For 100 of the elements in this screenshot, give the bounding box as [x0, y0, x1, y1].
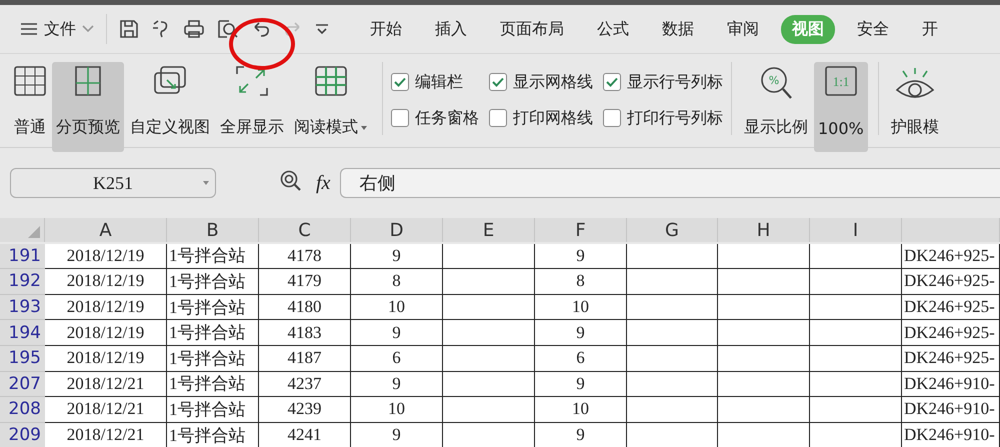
- row-number[interactable]: 208: [0, 397, 45, 423]
- table-cell: 4178: [259, 244, 351, 270]
- table-cell: 2018/12/21: [45, 422, 167, 447]
- column-header[interactable]: E: [443, 218, 535, 242]
- table-cell: 1号拌合站: [167, 320, 259, 346]
- view-button[interactable]: 自定义视图: [126, 62, 214, 152]
- table-cell: 2018/12/19: [45, 346, 167, 372]
- table-cell: 2018/12/19: [45, 320, 167, 346]
- column-header[interactable]: C: [259, 218, 351, 242]
- table-cell: 9: [535, 372, 627, 398]
- table-cell: 9: [351, 422, 443, 447]
- row-number[interactable]: 194: [0, 320, 45, 346]
- table-cell: 1号拌合站: [167, 244, 259, 270]
- table-cell: DK246+925-: [902, 244, 1000, 270]
- menu-tab[interactable]: 开: [911, 14, 949, 44]
- caret-icon: [360, 124, 368, 130]
- row-number[interactable]: 193: [0, 294, 45, 320]
- zoom-button[interactable]: 护眼模: [886, 62, 943, 152]
- table-cell: 8: [535, 269, 627, 295]
- zoom-button[interactable]: % 显示比例: [740, 62, 812, 152]
- table-cell: 9: [351, 320, 443, 346]
- zoom-button[interactable]: 1:1 100%: [814, 62, 868, 152]
- table-cell: 2018/12/21: [45, 372, 167, 398]
- view-button[interactable]: 普通: [10, 62, 50, 152]
- menu-tab[interactable]: 页面布局: [489, 14, 575, 44]
- chevron-down-icon: [82, 25, 94, 33]
- row-number[interactable]: 209: [0, 422, 45, 447]
- zoom-search-icon: [280, 170, 302, 192]
- menu-tab[interactable]: 开始: [359, 14, 413, 44]
- row-number[interactable]: 191: [0, 244, 45, 270]
- table-cell: 1号拌合站: [167, 269, 259, 295]
- table-cell: DK246+925-: [902, 320, 1000, 346]
- save-icon: [119, 19, 139, 39]
- view-button[interactable]: 阅读模式: [290, 62, 372, 152]
- table-cell: 2018/12/19: [45, 244, 167, 270]
- checkbox-option[interactable]: 打印行号列标: [603, 100, 723, 136]
- table-cell: 2018/12/19: [45, 294, 167, 320]
- checkbox[interactable]: [391, 109, 409, 127]
- column-header[interactable]: A: [45, 218, 167, 242]
- column-header[interactable]: B: [167, 218, 259, 242]
- checkbox-label: 打印网格线: [513, 108, 593, 128]
- checkbox[interactable]: [603, 109, 621, 127]
- table-cell: 1号拌合站: [167, 372, 259, 398]
- table-cell: 4183: [259, 320, 351, 346]
- table-cell: 4179: [259, 269, 351, 295]
- menu-tab[interactable]: 公式: [586, 14, 640, 44]
- printer-icon: [183, 19, 205, 39]
- column-header[interactable]: I: [810, 218, 902, 242]
- table-cell: DK246+910-: [902, 372, 1000, 398]
- checkbox-option[interactable]: 显示网格线: [489, 64, 593, 100]
- windows-icon: [154, 66, 186, 96]
- view-button[interactable]: 全屏显示: [216, 62, 288, 152]
- row-number[interactable]: 192: [0, 269, 45, 295]
- function-button[interactable]: fx: [316, 172, 330, 194]
- column-header[interactable]: D: [351, 218, 443, 242]
- checkbox[interactable]: [603, 73, 621, 91]
- row-number[interactable]: 195: [0, 346, 45, 372]
- check-icon: [606, 77, 618, 87]
- checkbox-label: 编辑栏: [415, 72, 463, 92]
- formula-field[interactable]: 右侧: [340, 168, 1000, 198]
- column-header[interactable]: G: [627, 218, 718, 242]
- column-header[interactable]: F: [535, 218, 627, 242]
- file-menu[interactable]: 文件: [20, 18, 94, 40]
- checkbox-option[interactable]: 任务窗格: [391, 100, 479, 136]
- table-cell: DK246+925-: [902, 269, 1000, 295]
- checkbox-label: 显示网格线: [513, 72, 593, 92]
- checkbox-label: 显示行号列标: [627, 72, 723, 92]
- checkbox[interactable]: [489, 73, 507, 91]
- table-cell: 9: [351, 372, 443, 398]
- table-cell: 10: [351, 294, 443, 320]
- table-cell: 2018/12/19: [45, 269, 167, 295]
- checkbox-option[interactable]: 显示行号列标: [603, 64, 723, 100]
- menu-tab[interactable]: 安全: [846, 14, 900, 44]
- eye-icon: [894, 66, 935, 100]
- view-button[interactable]: 分页预览: [52, 62, 124, 152]
- name-box[interactable]: K251: [10, 168, 216, 198]
- check-icon: [394, 77, 406, 87]
- checkbox-option[interactable]: 打印网格线: [489, 100, 593, 136]
- table-cell: DK246+910-: [902, 397, 1000, 423]
- column-header[interactable]: H: [718, 218, 810, 242]
- checkbox-label: 打印行号列标: [627, 108, 723, 128]
- table-cell: DK246+925-: [902, 294, 1000, 320]
- reading-grid-icon: [315, 66, 347, 96]
- checkbox-label: 任务窗格: [415, 108, 479, 128]
- menu-tab[interactable]: 插入: [424, 14, 478, 44]
- table-cell: 9: [535, 244, 627, 270]
- row-number[interactable]: 207: [0, 372, 45, 398]
- checkbox[interactable]: [489, 109, 507, 127]
- checkbox[interactable]: [391, 73, 409, 91]
- table-cell: DK246+925-: [902, 346, 1000, 372]
- table-cell: 6: [535, 346, 627, 372]
- actual-size-icon: 1:1: [824, 66, 857, 96]
- menu-tab[interactable]: 审阅: [716, 14, 770, 44]
- table-cell: 4187: [259, 346, 351, 372]
- checkbox-option[interactable]: 编辑栏: [391, 64, 479, 100]
- table-cell: 9: [351, 244, 443, 270]
- table-cell: 8: [351, 269, 443, 295]
- table-cell: 10: [351, 397, 443, 423]
- menu-tab[interactable]: 数据: [651, 14, 705, 44]
- grid-icon: [14, 66, 46, 96]
